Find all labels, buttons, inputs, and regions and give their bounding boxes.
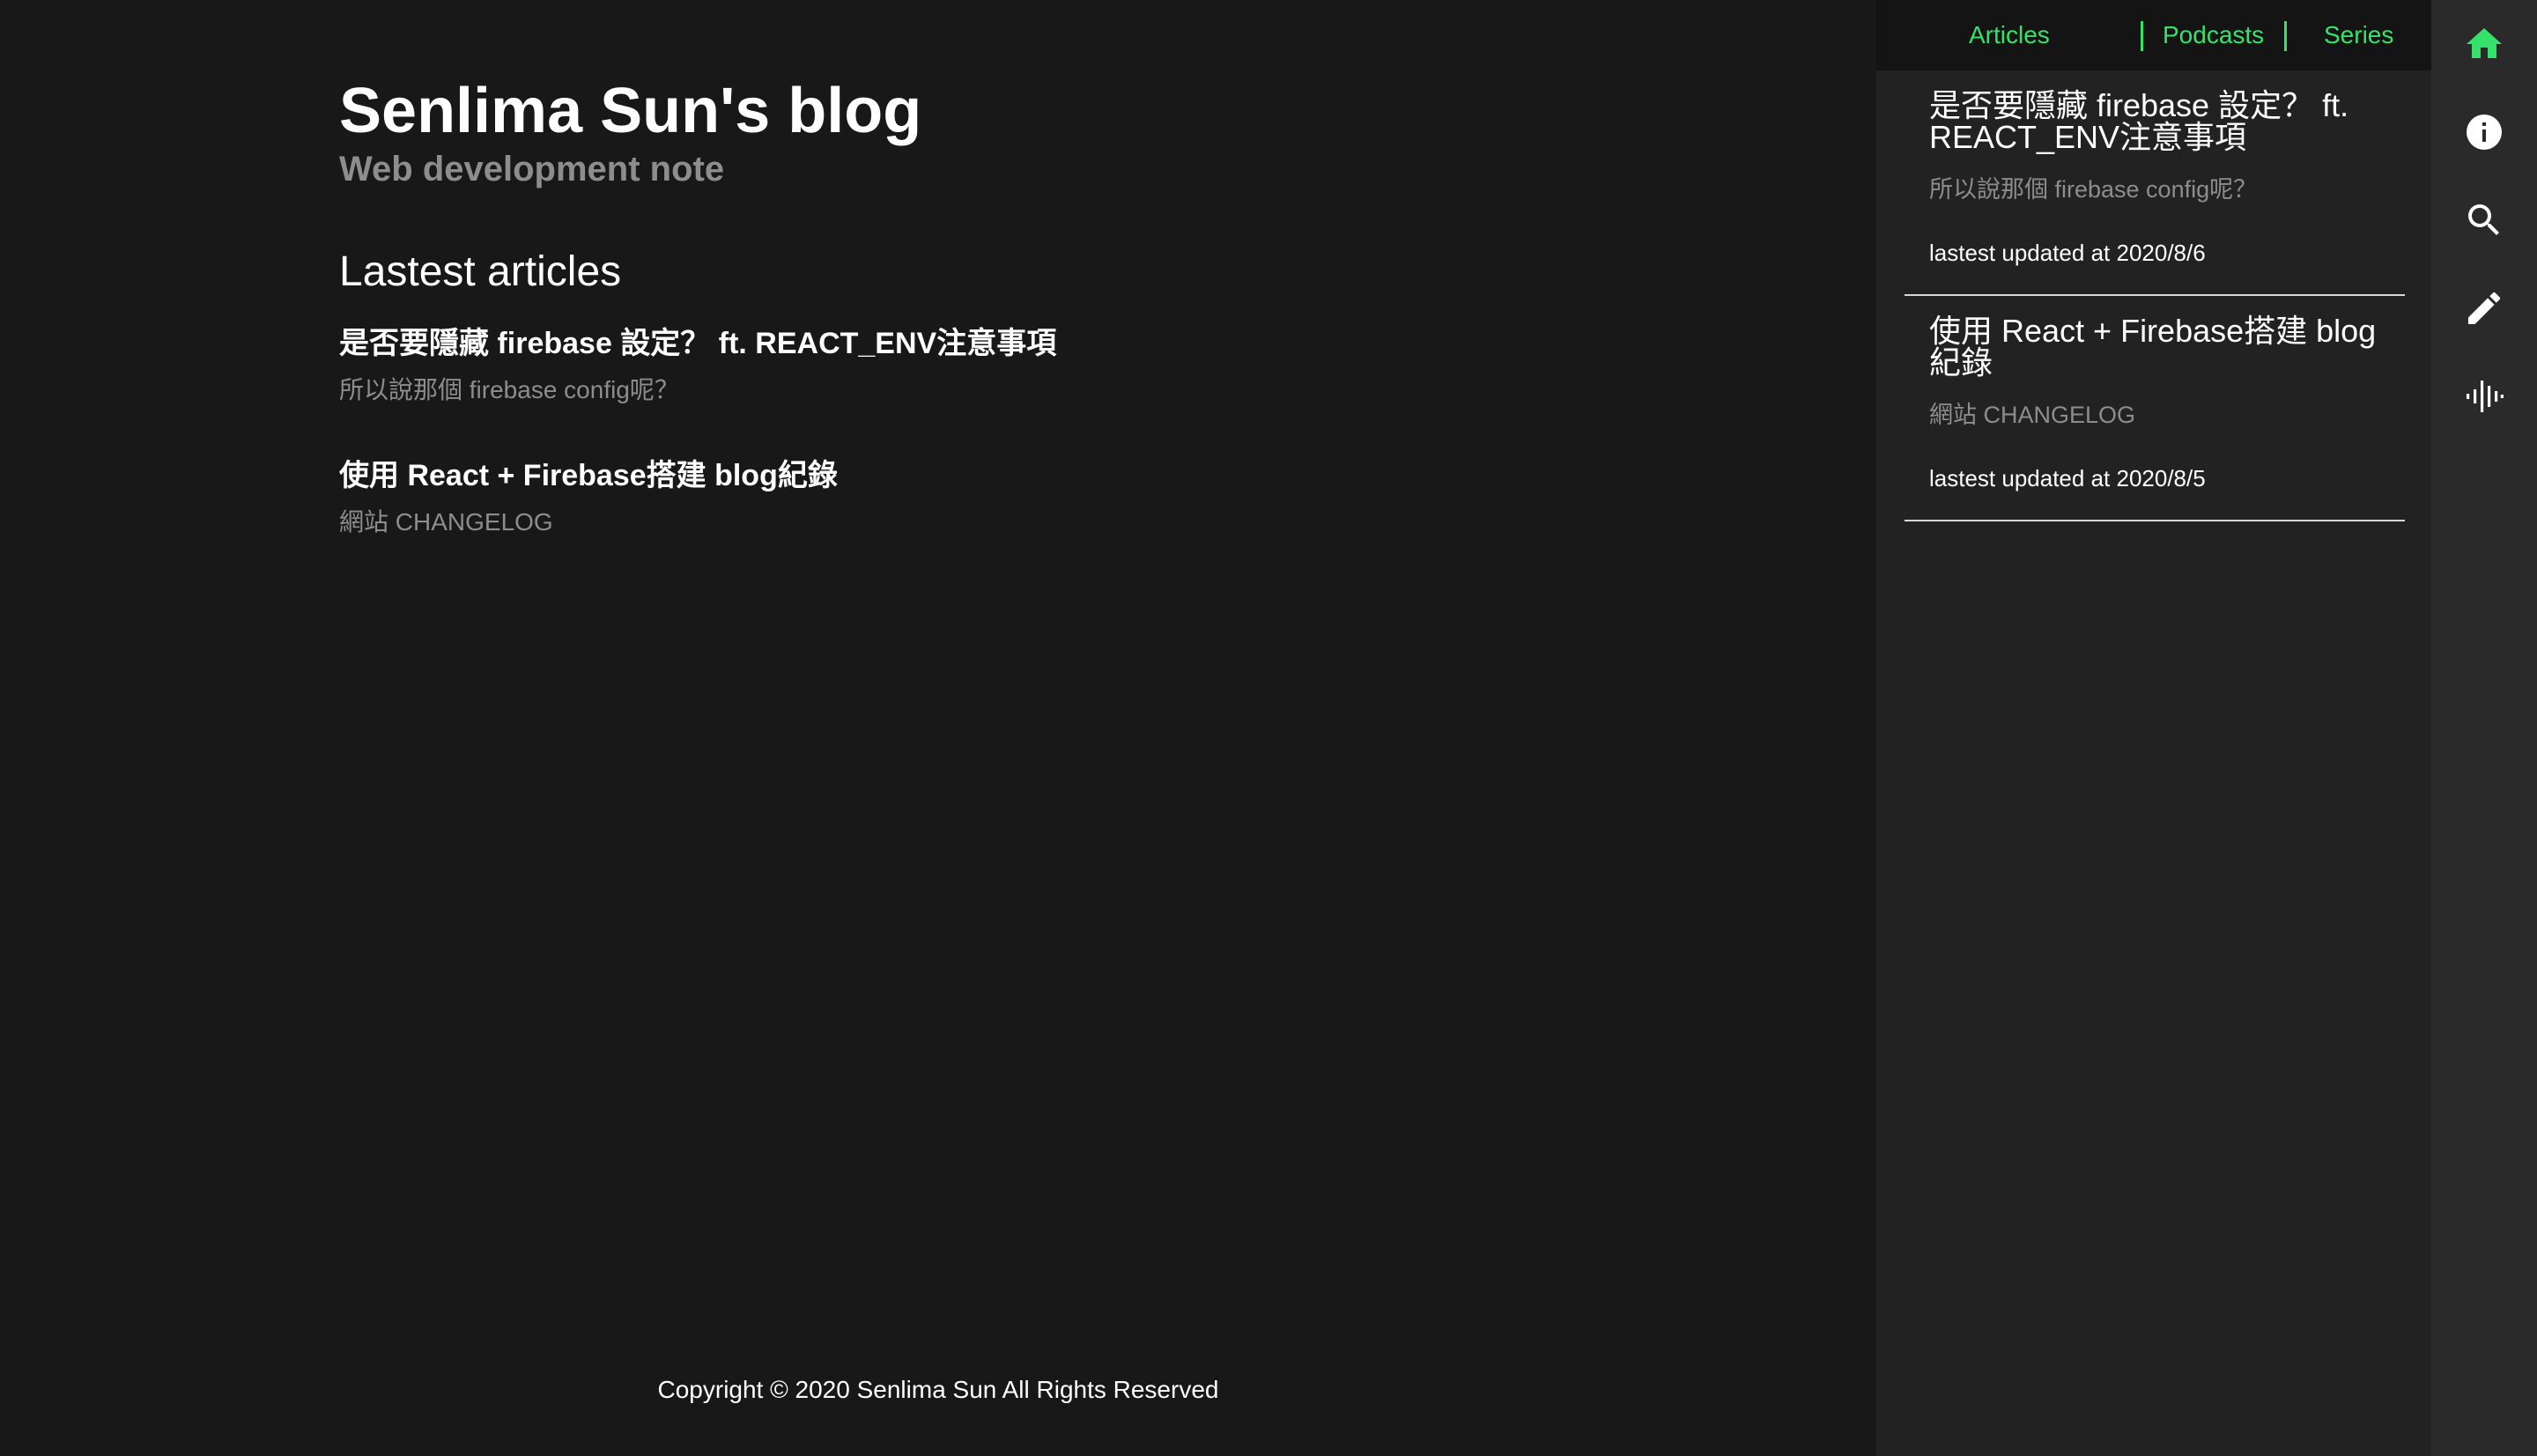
footer-copyright: Copyright © 2020 Senlima Sun All Rights … [657, 1376, 1219, 1403]
icon-rail [2431, 0, 2537, 1456]
pencil-icon [2468, 292, 2501, 324]
edit-button[interactable] [2431, 264, 2537, 352]
tab-series[interactable]: Series [2324, 18, 2393, 53]
page: Senlima Sun's blog Web development note … [0, 0, 2537, 1456]
side-panel: Articles Podcasts Series 是否要隱藏 firebase … [1876, 0, 2431, 1456]
tab-podcasts[interactable]: Podcasts [2163, 18, 2264, 53]
article-title[interactable]: 使用 React + Firebase搭建 blog紀錄 [339, 455, 1661, 497]
info-button[interactable] [2431, 88, 2537, 176]
tab-articles[interactable]: Articles [1969, 18, 2050, 53]
tab-divider [2141, 21, 2143, 51]
search-button[interactable] [2431, 176, 2537, 264]
main-content: Senlima Sun's blog Web development note … [0, 0, 1876, 1456]
blog-subtitle: Web development note [339, 150, 725, 188]
audio-waveform-icon [2467, 381, 2504, 412]
blog-title[interactable]: Senlima Sun's blog [339, 72, 921, 150]
home-button[interactable] [2431, 0, 2537, 88]
article-description: 網站 CHANGELOG [339, 508, 553, 536]
latest-articles-heading: Lastest articles [339, 248, 622, 295]
tab-bar: Articles Podcasts Series [1876, 0, 2431, 70]
search-icon [2468, 204, 2499, 235]
article-item[interactable]: 使用 React + Firebase搭建 blog紀錄 網站 CHANGELO… [339, 455, 1661, 539]
article-title[interactable]: 是否要隱藏 firebase 設定？ ft. REACT_ENV注意事項 [339, 322, 1661, 365]
side-article-list: 是否要隱藏 firebase 設定？ ft. REACT_ENV注意事項 所以說… [1905, 70, 2405, 521]
article-item[interactable]: 是否要隱藏 firebase 設定？ ft. REACT_ENV注意事項 所以說… [339, 322, 1661, 407]
side-article-title[interactable]: 使用 React + Firebase搭建 blog紀錄 [1929, 315, 2378, 379]
tab-divider [2284, 21, 2287, 51]
side-article-card[interactable]: 是否要隱藏 firebase 設定？ ft. REACT_ENV注意事項 所以說… [1905, 70, 2405, 296]
side-article-updated: lastest updated at 2020/8/6 [1929, 240, 2206, 266]
info-icon [2467, 115, 2502, 150]
side-article-description: 網站 CHANGELOG [1929, 402, 2136, 428]
podcast-button[interactable] [2431, 352, 2537, 440]
home-icon [2467, 28, 2502, 58]
side-article-title[interactable]: 是否要隱藏 firebase 設定？ ft. REACT_ENV注意事項 [1929, 90, 2378, 153]
side-article-card[interactable]: 使用 React + Firebase搭建 blog紀錄 網站 CHANGELO… [1905, 296, 2405, 521]
side-article-updated: lastest updated at 2020/8/5 [1929, 465, 2206, 491]
article-description: 所以說那個 firebase config呢？ [339, 376, 679, 403]
article-list: 是否要隱藏 firebase 設定？ ft. REACT_ENV注意事項 所以說… [339, 322, 1661, 587]
side-article-description: 所以說那個 firebase config呢？ [1929, 176, 2258, 203]
